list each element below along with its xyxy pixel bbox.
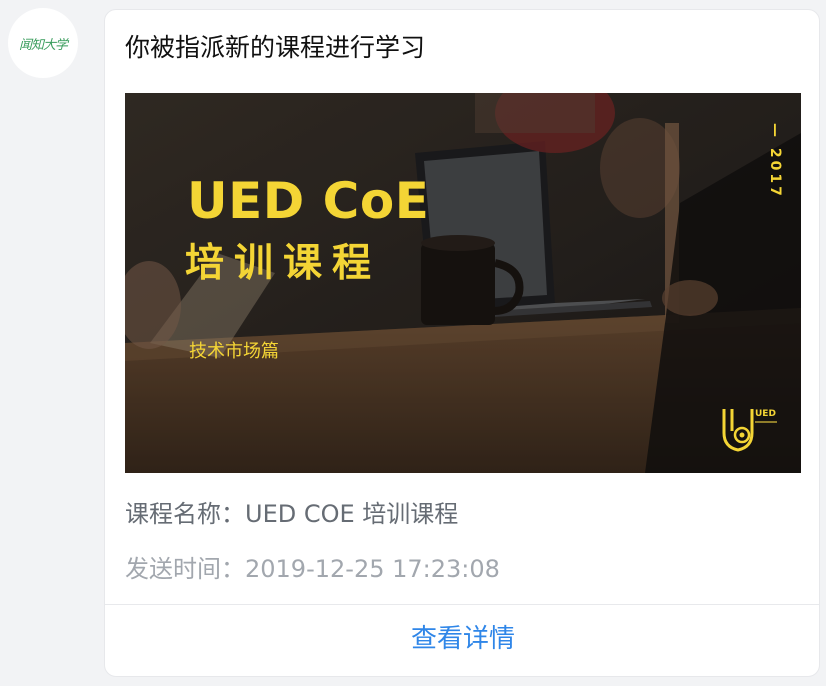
banner-tag: 技术市场篇 [189,341,279,362]
logo-text: UED [755,409,776,419]
course-name-value: UED COE 培训课程 [245,500,459,528]
ued-shield-icon [722,409,754,452]
banner-heading: UED CoE [187,172,430,230]
banner-subheading: 培训课程 [185,241,382,286]
course-message-card[interactable]: 你被指派新的课程进行学习 UED CoE 培训课程 技术市场篇 — 2017 U… [104,9,820,677]
course-name-row: 课程名称：UED COE 培训课程 [125,496,458,532]
avatar-text: 闻知大学 [18,37,68,53]
course-banner-image[interactable]: UED CoE 培训课程 技术市场篇 — 2017 UED [125,93,801,473]
send-time-row: 发送时间：2019-12-25 17:23:08 [125,551,500,587]
send-time-label: 发送时间： [125,555,245,583]
send-time-value: 2019-12-25 17:23:08 [245,555,500,583]
ued-logo: UED [721,405,779,453]
card-divider [105,604,819,605]
view-details-button[interactable]: 查看详情 [105,606,819,676]
logo-underline [755,421,777,423]
course-name-label: 课程名称： [125,500,245,528]
message-title: 你被指派新的课程进行学习 [125,33,426,62]
banner-year: — 2017 [767,123,783,199]
sender-avatar[interactable]: 闻知大学 [8,8,78,78]
